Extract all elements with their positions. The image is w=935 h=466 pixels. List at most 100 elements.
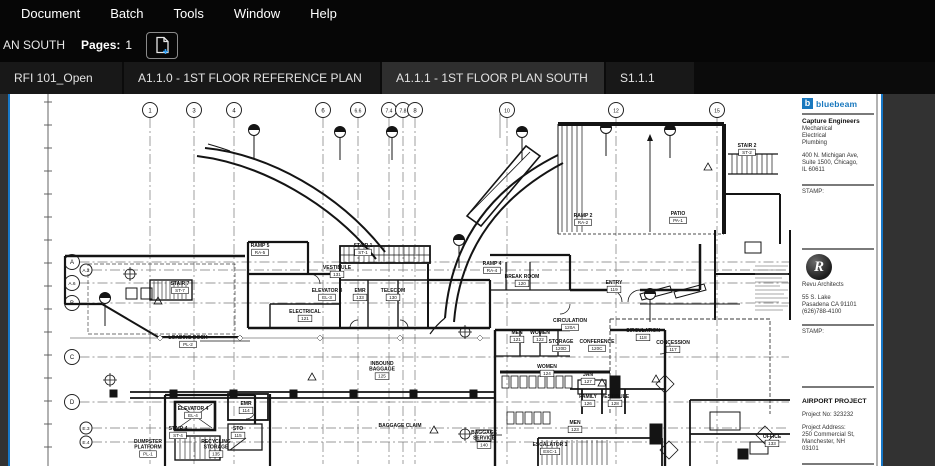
svg-text:120C: 120C — [592, 346, 604, 351]
room-label: EMR133 — [353, 288, 367, 301]
svg-text:BREAK ROOM: BREAK ROOM — [505, 274, 540, 280]
tab-label: S1.1.1 — [620, 71, 655, 85]
document-tab-bar: RFI 101_Open A1.1.0 - 1ST FLOOR REFERENCE… — [0, 62, 935, 94]
project-title: AIRPORT PROJECT — [802, 397, 874, 406]
firm1-discipline: Electrical — [802, 133, 874, 140]
svg-text:E.4: E.4 — [82, 440, 90, 446]
room-label: INBOUNDBAGGAGE125 — [369, 361, 396, 379]
svg-text:BAGGAGE CLAIM: BAGGAGE CLAIM — [378, 423, 421, 429]
room-label: BAGGAGE CLAIM — [378, 423, 421, 429]
svg-text:STORAGE: STORAGE — [204, 445, 229, 451]
document-tab-3[interactable]: S1.1.1 — [606, 62, 694, 94]
svg-text:EMR: EMR — [240, 401, 252, 407]
svg-text:VESTIBULE: VESTIBULE — [601, 394, 630, 400]
firm2-address-line: (626)788-4100 — [802, 309, 874, 316]
svg-text:EL-3: EL-3 — [322, 295, 332, 300]
svg-text:ST-7: ST-7 — [175, 288, 185, 293]
menu-item-document[interactable]: Document — [6, 0, 95, 28]
svg-text:CONFERENCE: CONFERENCE — [579, 339, 615, 345]
menu-item-tools[interactable]: Tools — [159, 0, 219, 28]
svg-text:7.4: 7.4 — [386, 108, 393, 114]
svg-text:STAIR 1: STAIR 1 — [354, 243, 373, 249]
room-label: RAMP 5RA-5 — [251, 243, 270, 256]
svg-text:120: 120 — [518, 281, 526, 286]
svg-text:10: 10 — [504, 108, 510, 114]
document-title-truncated: AN SOUTH — [3, 38, 65, 52]
section-marker-icon — [645, 289, 656, 323]
room-label: STAIR 7ST-7 — [171, 281, 190, 294]
room-label: STORAGE120D — [549, 339, 574, 352]
insert-page-button[interactable] — [146, 32, 178, 59]
room-label: CONCESSION117 — [656, 340, 690, 353]
svg-text:JAN: JAN — [583, 372, 593, 378]
svg-text:STAIR 2: STAIR 2 — [738, 143, 757, 149]
svg-text:BAGGAGE: BAGGAGE — [369, 367, 396, 373]
floor-plan-drawing: 13466.67.47.88101215AA.2A.6BCDE.3E.4 — [10, 94, 881, 466]
tab-label: A1.1.1 - 1ST FLOOR PLAN SOUTH — [396, 71, 588, 85]
section-marker-icon — [601, 123, 612, 157]
svg-text:MEN: MEN — [569, 420, 581, 426]
page-right-accent — [881, 94, 883, 466]
room-label: JAN127 — [581, 372, 595, 385]
svg-text:STO: STO — [233, 426, 243, 432]
svg-text:LOADING DOCK: LOADING DOCK — [168, 335, 208, 341]
tab-label: RFI 101_Open — [14, 71, 93, 85]
svg-text:ELEVATOR 4: ELEVATOR 4 — [178, 406, 209, 412]
room-label: ELEVATOR 4EL-4 — [178, 406, 209, 419]
dimension-lines — [70, 114, 500, 341]
svg-text:128: 128 — [611, 401, 619, 406]
menu-item-help[interactable]: Help — [295, 0, 352, 28]
svg-text:124: 124 — [543, 371, 551, 376]
firm1-address-line: Suite 1500, Chicago, — [802, 160, 874, 167]
project-number: Project No: 323232 — [802, 412, 874, 419]
menu-item-batch[interactable]: Batch — [95, 0, 158, 28]
firm1-discipline: Mechanical — [802, 126, 874, 133]
revu-logo: R — [806, 254, 832, 280]
svg-text:PLATFORM: PLATFORM — [134, 445, 161, 451]
svg-text:OFFICE: OFFICE — [763, 434, 782, 440]
document-tab-1[interactable]: A1.1.0 - 1ST FLOOR REFERENCE PLAN — [124, 62, 380, 94]
room-label: RAMP 2RA-2 — [574, 213, 593, 226]
document-add-icon — [153, 36, 171, 55]
drawing-page[interactable]: 13466.67.47.88101215AA.2A.6BCDE.3E.4 — [10, 94, 881, 466]
svg-text:12: 12 — [613, 108, 619, 114]
svg-text:EL-4: EL-4 — [188, 413, 198, 418]
firm1-name: Capture Engineers — [802, 118, 874, 126]
room-label: RECYCLINGSTORAGE135 — [201, 439, 231, 457]
svg-text:123: 123 — [571, 427, 579, 432]
svg-text:ESCALATOR 1: ESCALATOR 1 — [533, 442, 568, 448]
svg-text:RA-5: RA-5 — [255, 250, 266, 255]
firm2-address-line: Pasadena CA 91101 — [802, 302, 874, 309]
room-label: BAGGAGESERVICE140 — [471, 430, 498, 448]
room-label: MEN123 — [568, 420, 582, 433]
svg-text:RA-4: RA-4 — [487, 268, 498, 273]
room-label: STO115 — [231, 426, 245, 439]
svg-text:135: 135 — [212, 452, 220, 457]
svg-text:ESC-1: ESC-1 — [543, 449, 557, 454]
title-block: b bluebeam Capture Engineers MechanicalE… — [797, 94, 877, 466]
room-label: STAIR 1ST-1 — [354, 243, 373, 256]
room-label: MEN121 — [510, 330, 524, 343]
svg-text:CIRCULATION: CIRCULATION — [626, 328, 660, 334]
bluebeam-logo: b bluebeam — [802, 97, 874, 110]
room-label: WOMEN124 — [537, 364, 557, 377]
svg-text:A: A — [70, 260, 74, 266]
project-address-line: Project Address: — [802, 425, 874, 432]
svg-text:115: 115 — [234, 433, 242, 438]
room-label: ELECTRICAL121 — [289, 309, 321, 322]
svg-text:STAIR 4: STAIR 4 — [169, 426, 188, 432]
document-tab-2[interactable]: A1.1.1 - 1ST FLOOR PLAN SOUTH✕ — [382, 62, 604, 94]
bluebeam-logo-text: bluebeam — [816, 99, 857, 109]
svg-text:PATIO: PATIO — [671, 211, 686, 217]
room-label: DUMPSTERPLATFORMPL-1 — [134, 439, 162, 457]
svg-text:15: 15 — [714, 108, 720, 114]
svg-text:140: 140 — [480, 443, 488, 448]
svg-text:114: 114 — [242, 408, 250, 413]
firm1-address-line: IL 60611 — [802, 167, 874, 174]
document-tab-0[interactable]: RFI 101_Open — [0, 62, 122, 94]
svg-text:D: D — [70, 400, 75, 406]
menu-item-window[interactable]: Window — [219, 0, 295, 28]
svg-text:130: 130 — [389, 295, 397, 300]
svg-text:6.6: 6.6 — [355, 108, 362, 114]
svg-text:121: 121 — [513, 337, 521, 342]
